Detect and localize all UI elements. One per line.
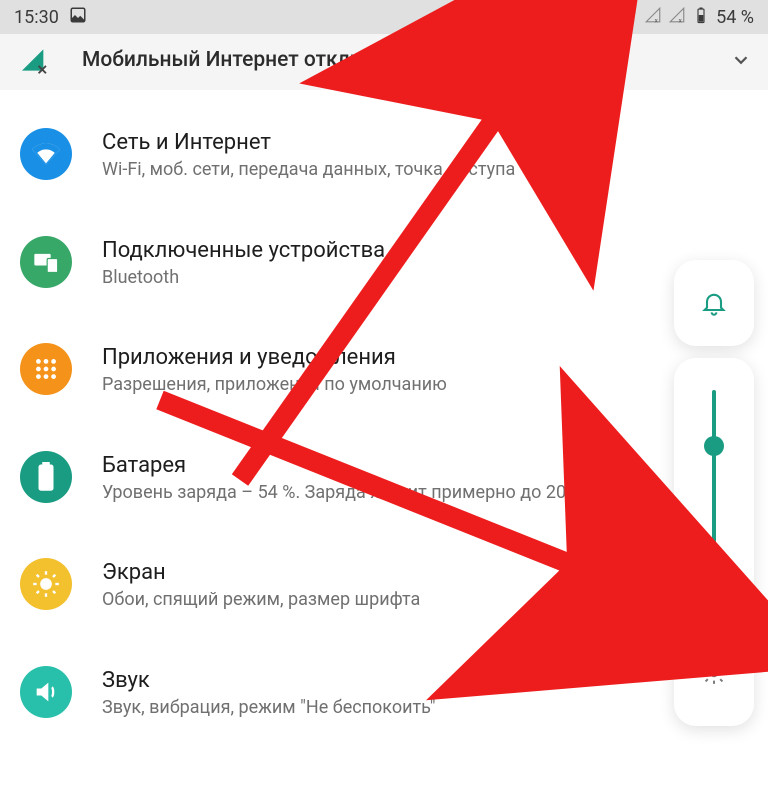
clock: 15:30 [14, 7, 59, 28]
signal-sim1-icon: x [644, 6, 662, 29]
music-bluetooth-icon [699, 618, 729, 644]
settings-list: Сеть и Интернет Wi-Fi, моб. сети, переда… [0, 90, 768, 719]
setting-sub: Wi-Fi, моб. сети, передача данных, точка… [102, 159, 515, 182]
mobile-data-off-icon: ✕ [18, 44, 50, 76]
apps-icon [20, 343, 72, 395]
picture-icon [69, 6, 87, 29]
devices-icon [20, 236, 72, 288]
setting-title: Экран [102, 560, 420, 585]
setting-sub: Обои, спящий режим, размер шрифта [102, 589, 420, 612]
svg-text:x: x [679, 16, 683, 24]
volume-slider[interactable] [712, 390, 716, 590]
setting-devices[interactable]: Подключенные устройства Bluetooth [0, 236, 768, 290]
setting-title: Сеть и Интернет [102, 130, 515, 155]
setting-sub: Звук, вибрация, режим "Не беспокоить" [102, 697, 436, 720]
sound-icon [20, 666, 72, 718]
bluetooth-icon [596, 6, 614, 29]
gear-icon [701, 660, 727, 686]
signal-sim2-icon: x [668, 6, 686, 29]
setting-apps[interactable]: Приложения и уведомления Разрешения, при… [0, 343, 768, 397]
svg-text:✕: ✕ [37, 64, 48, 76]
status-bar: 15:30 x x 54 % [0, 0, 768, 34]
setting-sound[interactable]: Звук Звук, вибрация, режим "Не беспокоит… [0, 666, 768, 720]
setting-title: Звук [102, 668, 436, 693]
setting-title: Батарея [102, 453, 581, 478]
network-icon [20, 128, 72, 180]
output-bluetooth-button[interactable] [699, 618, 729, 644]
bell-icon [700, 289, 728, 317]
volume-thumb[interactable] [704, 436, 724, 456]
volume-settings-button[interactable] [701, 660, 727, 706]
battery-circle-icon [20, 451, 72, 503]
status-right: x x 54 % [596, 6, 754, 29]
volume-slider-card [674, 358, 754, 726]
svg-text:x: x [655, 16, 659, 24]
setting-display[interactable]: Экран Обои, спящий режим, размер шрифта [0, 558, 768, 612]
battery-pct: 54 % [716, 7, 754, 28]
setting-sub: Разрешения, приложения по умолчанию [102, 374, 447, 397]
notification-banner[interactable]: ✕ Мобильный Интернет отключен [0, 34, 768, 90]
display-icon [20, 558, 72, 610]
wifi-icon [620, 6, 638, 29]
setting-sub: Уровень заряда – 54 %. Заряда хватит при… [102, 482, 581, 505]
setting-title: Приложения и уведомления [102, 345, 447, 370]
setting-network[interactable]: Сеть и Интернет Wi-Fi, моб. сети, переда… [0, 128, 768, 182]
chevron-down-icon[interactable] [730, 49, 752, 71]
setting-sub: Bluetooth [102, 267, 385, 290]
volume-panel [674, 260, 754, 726]
ring-mode-button[interactable] [674, 260, 754, 346]
setting-title: Подключенные устройства [102, 238, 385, 263]
notification-title: Мобильный Интернет отключен [82, 48, 402, 72]
setting-battery[interactable]: Батарея Уровень заряда – 54 %. Заряда хв… [0, 451, 768, 505]
status-left: 15:30 [14, 6, 87, 29]
battery-icon [692, 6, 710, 29]
